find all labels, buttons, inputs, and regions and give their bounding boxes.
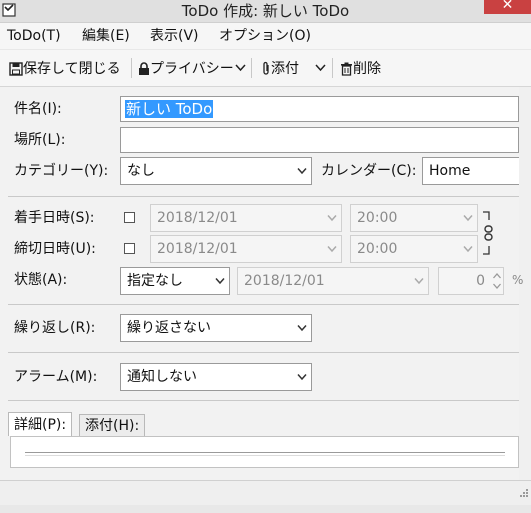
delete-label: 削除: [353, 61, 381, 77]
repeat-select-value: 繰り返さない: [127, 320, 211, 336]
divider: [8, 304, 519, 305]
status-date-picker[interactable]: 2018/12/01: [237, 267, 429, 295]
category-select[interactable]: なし: [120, 157, 312, 185]
chevron-down-icon: [297, 325, 307, 332]
chevron-down-icon: [297, 374, 307, 381]
repeat-label: 繰り返し(R):: [14, 320, 96, 336]
status-select[interactable]: 指定なし: [120, 267, 230, 295]
chevron-down-icon: [463, 215, 473, 222]
save-close-label: 保存して閉じる: [23, 61, 121, 77]
privacy-label: プライバシー: [150, 61, 234, 77]
chevron-down-icon[interactable]: [315, 64, 326, 72]
due-date-value: 2018/12/01: [157, 241, 238, 257]
details-panel: [10, 436, 519, 468]
menu-view[interactable]: 表示(V): [150, 23, 199, 49]
lock-icon: [139, 62, 149, 75]
resize-grip-icon[interactable]: [517, 488, 529, 500]
due-time-picker[interactable]: 20:00: [350, 235, 478, 263]
calendar-select-value: Home: [429, 163, 471, 179]
due-time-value: 20:00: [357, 241, 398, 257]
alarm-select-value: 通知しない: [127, 369, 197, 385]
chevron-down-icon: [297, 168, 307, 175]
spinner-arrows-icon[interactable]: [492, 271, 502, 291]
link-chain-icon[interactable]: [481, 210, 495, 256]
privacy-button[interactable]: プライバシー: [138, 56, 234, 82]
menu-options[interactable]: オプション(O): [219, 23, 311, 49]
location-input[interactable]: [120, 127, 519, 153]
menu-edit[interactable]: 編集(E): [82, 23, 130, 49]
tab-attachments[interactable]: 添付(H):: [79, 414, 146, 436]
menu-todo[interactable]: ToDo(T): [7, 23, 61, 49]
toolbar-separator: [332, 58, 333, 78]
delete-button[interactable]: 削除: [340, 56, 381, 82]
title-input[interactable]: 新しい ToDo: [120, 96, 519, 122]
status-bar: [0, 480, 531, 505]
chevron-down-icon: [414, 278, 424, 285]
toolbar-separator: [251, 58, 252, 78]
location-label: 場所(L):: [14, 132, 66, 148]
window-title: ToDo 作成: 新しい ToDo: [181, 2, 350, 20]
tab-details[interactable]: 詳細(P):: [8, 412, 73, 436]
chevron-down-icon: [327, 215, 337, 222]
percent-complete-value: 0: [476, 273, 485, 289]
chevron-down-icon: [215, 278, 225, 285]
title-label: 件名(I):: [14, 101, 62, 117]
toolbar-separator: [131, 58, 132, 78]
paperclip-icon: [263, 61, 269, 75]
start-time-value: 20:00: [357, 210, 398, 226]
divider: [8, 400, 519, 401]
title-input-selected-text: 新しい ToDo: [125, 100, 214, 118]
attach-label: 添付: [271, 61, 299, 77]
divider: [8, 352, 519, 353]
chevron-down-icon: [327, 246, 337, 253]
alarm-select[interactable]: 通知しない: [120, 363, 312, 391]
chevron-down-icon[interactable]: [235, 64, 246, 72]
start-label: 着手日時(S):: [14, 210, 95, 226]
status-date-value: 2018/12/01: [244, 273, 325, 289]
alarm-label: アラーム(M):: [14, 369, 98, 385]
attach-button[interactable]: 添付: [261, 56, 299, 82]
close-icon: ✕: [501, 0, 514, 13]
start-checkbox[interactable]: [124, 212, 135, 223]
chevron-down-icon: [463, 246, 473, 253]
trash-icon: [341, 62, 352, 76]
due-checkbox[interactable]: [124, 243, 135, 254]
save-icon: [9, 62, 23, 76]
status-label: 状態(A):: [14, 272, 68, 288]
repeat-select[interactable]: 繰り返さない: [120, 314, 312, 342]
calendar-label: カレンダー(C):: [321, 163, 417, 179]
details-textarea-edge[interactable]: [25, 452, 505, 456]
category-select-value: なし: [127, 163, 155, 179]
due-label: 締切日時(U):: [14, 241, 96, 257]
calendar-select[interactable]: Home: [422, 157, 519, 185]
status-select-value: 指定なし: [127, 273, 183, 289]
start-date-value: 2018/12/01: [157, 210, 238, 226]
start-date-picker[interactable]: 2018/12/01: [150, 204, 342, 232]
due-date-picker[interactable]: 2018/12/01: [150, 235, 342, 263]
percent-unit: %: [512, 273, 524, 287]
close-button[interactable]: ✕: [484, 0, 531, 14]
save-close-button[interactable]: 保存して閉じる: [9, 56, 121, 82]
category-label: カテゴリー(Y):: [14, 163, 109, 179]
start-time-picker[interactable]: 20:00: [350, 204, 478, 232]
divider: [8, 196, 519, 197]
